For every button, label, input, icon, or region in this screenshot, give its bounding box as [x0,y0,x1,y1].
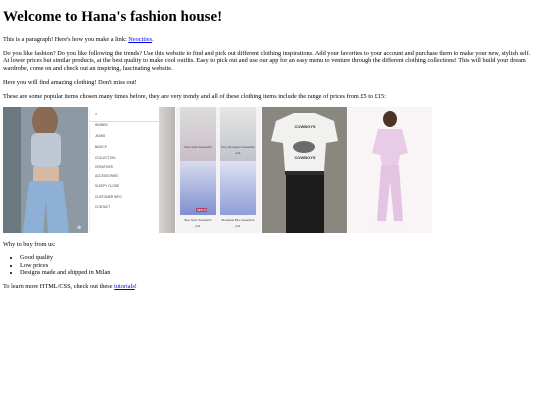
menu-item[interactable]: CREATIVES [95,165,113,169]
product-caption: Grey Springtime Sweatshirt [220,145,256,150]
footer-text: To learn more HTML/CSS, check out these [3,283,115,291]
product-caption: Blue Swim Sweatshirt [184,218,212,223]
product-card-brookland[interactable] [220,161,256,216]
cropped-tee-illustration [3,107,88,234]
menu-item[interactable]: CONTACT [95,205,110,209]
product-price: £12 [195,224,201,229]
footer-paragraph: To learn more HTML/CSS, check out these … [3,283,537,290]
menu-item[interactable]: SLEEPY CLOSE [95,184,119,188]
clothing-gallery: ⊕ × WOMEN JEANS BASICS COLLECTION CREATI… [3,107,537,234]
intro-paragraph: This is a paragraph! Here's how you make… [3,36,537,43]
product-price: £10 [235,151,241,156]
page-title: Welcome to Hana's fashion house! [3,9,223,25]
tee-print-top: COWBOYS [294,124,316,130]
teaser-paragraph: Here you will find amazing clothing! Don… [3,78,137,86]
reasons-list: Good quality Low prices Designs made and… [3,254,537,276]
menu-item[interactable]: COLLECTION [95,156,115,160]
zoom-icon[interactable]: ⊕ [77,225,81,231]
page-body: Welcome to Hana's fashion house! This is… [0,9,540,290]
menu-item[interactable]: ACCESSORIES [95,174,118,178]
product-card-violet[interactable] [180,107,216,163]
close-icon[interactable]: × [95,111,97,116]
menu-edge-photo [159,107,175,234]
intro-text: This is a paragraph! Here's how you make… [3,36,129,43]
product-price: £12 [235,224,241,229]
tutorials-link[interactable]: tutorials [114,283,135,290]
product-caption: Brookland Blue Sweatshirt [221,218,255,223]
intro-text-end: . [152,36,154,43]
product-card-blue[interactable] [180,161,216,216]
gallery-image-app-menu: × WOMEN JEANS BASICS COLLECTION CREATIVE… [89,107,175,234]
new-badge: NEW IN [196,208,208,213]
neocities-link[interactable]: Neocities [128,36,152,43]
menu-item[interactable]: WOMEN [95,123,108,127]
gallery-image-lilac-tracksuit [348,107,432,234]
product-caption: Ultra Violet Sweatshirt [184,145,212,150]
gallery-image-product-grid: Ultra Violet Sweatshirt Grey Springtime … [176,107,261,234]
reasons-heading: Why to buy from us: [3,241,56,249]
gallery-image-cropped-tee: ⊕ [3,107,88,234]
tee-print-bottom: COWBOYS [294,155,316,161]
menu-item[interactable]: BASICS [95,145,107,149]
reason-item: Designs made and shipped in Milan [20,269,537,276]
menu-item[interactable]: CUSTOMER INFO [95,195,122,199]
popular-paragraph: These are some popular items chosen many… [3,93,386,101]
about-paragraph: Do you like fashion? Do you like followi… [3,50,531,72]
reason-item: Low prices [20,262,537,269]
menu-item[interactable]: JEANS [95,134,105,138]
lilac-tracksuit-illustration [348,107,432,234]
gallery-image-cowboys-tee: COWBOYS COWBOYS [262,107,347,234]
reason-item: Good quality [20,254,537,261]
footer-text-end: ! [134,283,137,291]
